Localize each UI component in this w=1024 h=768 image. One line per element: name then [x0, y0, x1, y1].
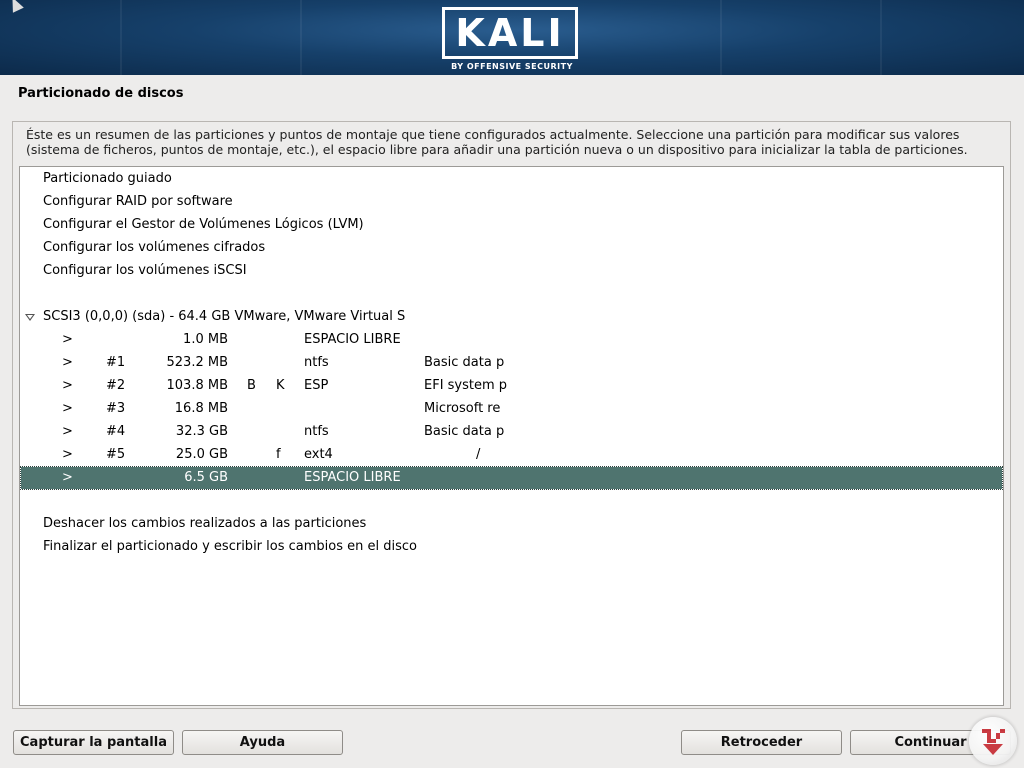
row-arrow-icon: > [62, 378, 73, 393]
partition-row[interactable]: > #5 25.0 GB f ext4 / [21, 444, 1002, 466]
intro-text: Éste es un resumen de las particiones y … [26, 127, 968, 157]
triangle-down-icon-inner [27, 315, 33, 319]
list-item-label: Configurar los volúmenes cifrados [43, 240, 266, 255]
partition-name: EFI system p [424, 378, 508, 393]
partition-number: #5 [106, 447, 126, 462]
partition-number: #4 [106, 424, 126, 439]
banner-streak [300, 0, 302, 75]
row-arrow-icon: > [62, 447, 73, 462]
disk-label: SCSI3 (0,0,0) (sda) - 64.4 GB VMware, VM… [43, 309, 406, 324]
kali-logo: KALI [442, 7, 578, 59]
partition-size: 103.8 MB [166, 378, 228, 393]
action-undo[interactable]: Deshacer los cambios realizados a las pa… [21, 513, 1002, 535]
menu-item-lvm[interactable]: Configurar el Gestor de Volúmenes Lógico… [21, 214, 1002, 236]
partition-row[interactable]: > #3 16.8 MB Microsoft re [21, 398, 1002, 420]
banner-streak [120, 0, 122, 75]
partition-flag: B [247, 378, 256, 393]
list-item-label: Finalizar el particionado y escribir los… [43, 539, 417, 554]
list-item-label: Configurar los volúmenes iSCSI [43, 263, 247, 278]
page-title: Particionado de discos [18, 86, 184, 101]
partition-row[interactable]: > #4 32.3 GB ntfs Basic data p [21, 421, 1002, 443]
disk-row[interactable]: SCSI3 (0,0,0) (sda) - 64.4 GB VMware, VM… [21, 306, 1002, 328]
list-item-label: Particionado guiado [43, 171, 172, 186]
banner-streak [880, 0, 882, 75]
watermark-logo-icon [969, 717, 1017, 765]
partition-flag: f [276, 447, 281, 462]
partition-filesystem: ESPACIO LIBRE [304, 470, 401, 485]
partition-number: #1 [106, 355, 126, 370]
partition-size: 1.0 MB [183, 332, 228, 347]
back-button[interactable]: Retroceder [681, 730, 842, 755]
partition-filesystem: ext4 [304, 447, 333, 462]
partition-name: Basic data p [424, 424, 505, 439]
help-button[interactable]: Ayuda [182, 730, 343, 755]
row-arrow-icon: > [62, 470, 73, 485]
partition-row[interactable]: > #2 103.8 MB B K ESP EFI system p [21, 375, 1002, 397]
kali-banner: KALI BY OFFENSIVE SECURITY [0, 0, 1024, 75]
partition-filesystem: ESPACIO LIBRE [304, 332, 401, 347]
screenshot-button[interactable]: Capturar la pantalla [13, 730, 174, 755]
partition-number: #3 [106, 401, 126, 416]
partition-name: / [476, 447, 481, 462]
row-arrow-icon: > [62, 332, 73, 347]
row-arrow-icon: > [62, 401, 73, 416]
list-item-label: Configurar RAID por software [43, 194, 233, 209]
partition-size: 523.2 MB [166, 355, 228, 370]
partition-row[interactable]: > #1 523.2 MB ntfs Basic data p [21, 352, 1002, 374]
row-arrow-icon: > [62, 424, 73, 439]
row-arrow-icon: > [62, 355, 73, 370]
partition-size: 25.0 GB [175, 447, 228, 462]
partition-filesystem: ntfs [304, 355, 329, 370]
menu-item-encrypted[interactable]: Configurar los volúmenes cifrados [21, 237, 1002, 259]
partition-number: #2 [106, 378, 126, 393]
partition-name: Basic data p [424, 355, 505, 370]
partition-row[interactable]: >6.5 GB ESPACIO LIBRE [20, 466, 1003, 490]
partition-row[interactable]: >1.0 MB ESPACIO LIBRE [21, 329, 1002, 351]
watermark-logo-svg [982, 729, 1005, 755]
partition-name: Microsoft re [424, 401, 501, 416]
partition-filesystem: ntfs [304, 424, 329, 439]
banner-streak [720, 0, 722, 75]
partition-size: 6.5 GB [184, 470, 228, 485]
partition-filesystem: ESP [304, 378, 329, 393]
partition-flag: K [276, 378, 285, 393]
action-finish[interactable]: Finalizar el particionado y escribir los… [21, 536, 1002, 558]
menu-item-guided[interactable]: Particionado guiado [21, 168, 1002, 190]
menu-item-raid[interactable]: Configurar RAID por software [21, 191, 1002, 213]
partition-size: 16.8 MB [174, 401, 228, 416]
list-item-label: Deshacer los cambios realizados a las pa… [43, 516, 367, 531]
menu-item-iscsi[interactable]: Configurar los volúmenes iSCSI [21, 260, 1002, 282]
list-item-label: Configurar el Gestor de Volúmenes Lógico… [43, 217, 364, 232]
partition-list[interactable]: Particionado guiado Configurar RAID por … [19, 166, 1004, 706]
kali-logo-subtitle: BY OFFENSIVE SECURITY [451, 62, 573, 71]
partition-size: 32.3 GB [175, 424, 228, 439]
